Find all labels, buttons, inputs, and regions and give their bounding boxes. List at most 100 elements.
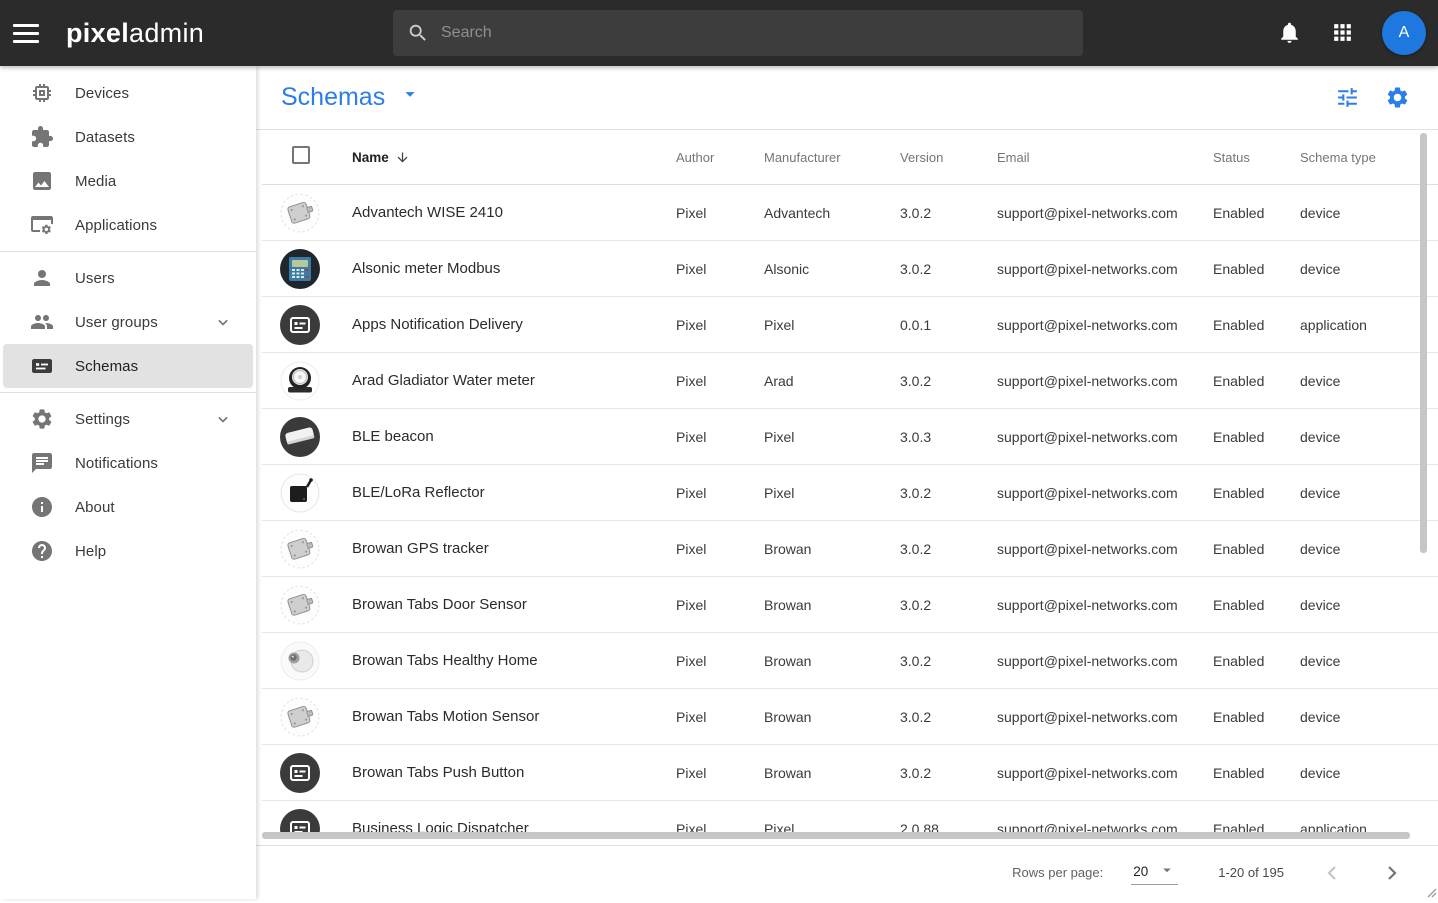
sidebar-item-users[interactable]: Users [3,256,253,300]
cell-manufacturer: Browan [752,653,888,669]
table-row[interactable]: Browan Tabs Push Button Pixel Browan 3.0… [262,745,1438,801]
table-row[interactable]: Alsonic meter Modbus Pixel Alsonic 3.0.2… [262,241,1438,297]
cell-name: BLE beacon [340,428,664,445]
table-row[interactable]: Apps Notification Delivery Pixel Pixel 0… [262,297,1438,353]
column-header-status[interactable]: Status [1201,150,1288,165]
previous-page-button[interactable] [1320,861,1344,885]
table-row[interactable]: BLE beacon Pixel Pixel 3.0.3 support@pix… [262,409,1438,465]
sidebar-item-media[interactable]: Media [3,159,253,203]
sidebar-item-schemas[interactable]: Schemas [3,344,253,388]
column-header-schema-type[interactable]: Schema type [1288,150,1422,165]
table-header-row: Name Author Manufacturer Version Email S… [262,130,1438,185]
cell-email: support@pixel-networks.com [985,709,1201,725]
table-row[interactable]: Browan Tabs Door Sensor Pixel Browan 3.0… [262,577,1438,633]
sidebar-item-devices[interactable]: Devices [3,71,253,115]
table-row[interactable]: Advantech WISE 2410 Pixel Advantech 3.0.… [262,185,1438,241]
cell-schema-type: device [1288,429,1422,445]
sidebar-item-label: Media [75,173,116,190]
cell-name: Alsonic meter Modbus [340,260,664,277]
schema-icon [280,753,320,793]
sidebar-nav: Devices Datasets Media Applications Users Use… [0,71,256,573]
resize-grip-icon[interactable] [1423,884,1437,898]
rows-per-page-select[interactable]: 20 [1131,861,1178,885]
user-avatar[interactable]: A [1382,11,1426,55]
table-body: Advantech WISE 2410 Pixel Advantech 3.0.… [256,185,1438,839]
table-settings-button[interactable] [1384,85,1410,111]
filter-tune-button[interactable] [1334,85,1360,111]
pagination-bar: Rows per page: 20 1-20 of 195 [256,845,1438,899]
cell-version: 0.0.1 [888,317,985,333]
cell-schema-type: device [1288,485,1422,501]
cell-version: 3.0.2 [888,541,985,557]
horizontal-scrollbar[interactable] [262,832,1410,839]
cell-author: Pixel [664,597,752,613]
next-page-button[interactable] [1380,861,1404,885]
schema-icon [280,249,320,289]
image-icon [30,169,54,193]
select-all-checkbox[interactable] [292,146,310,164]
brand-bold: pixel [66,18,129,48]
sidebar-item-notifications[interactable]: Notifications [3,441,253,485]
column-header-email[interactable]: Email [985,150,1201,165]
column-header-version[interactable]: Version [888,150,985,165]
cell-email: support@pixel-networks.com [985,317,1201,333]
sidebar-item-label: Help [75,543,106,560]
page-title[interactable]: Schemas [281,83,421,112]
cell-author: Pixel [664,261,752,277]
main-content: Schemas Name Author Manufacturer Version… [256,66,1438,899]
cell-author: Pixel [664,317,752,333]
cell-name: Advantech WISE 2410 [340,204,664,221]
sidebar-item-label: Users [75,270,115,287]
cell-manufacturer: Browan [752,765,888,781]
sidebar-item-help[interactable]: Help [3,529,253,573]
schema-icon [280,585,320,625]
chevron-right-icon [1380,861,1404,885]
notifications-bell-button[interactable] [1276,20,1302,46]
cell-status: Enabled [1201,597,1288,613]
cell-manufacturer: Alsonic [752,261,888,277]
chevron-left-icon [1320,861,1344,885]
sidebar-item-about[interactable]: About [3,485,253,529]
help-icon [30,539,54,563]
sidebar-item-label: Applications [75,217,157,234]
vertical-scrollbar[interactable] [1420,133,1427,553]
cell-schema-type: application [1288,317,1422,333]
pagination-range: 1-20 of 195 [1218,865,1284,880]
sidebar-item-datasets[interactable]: Datasets [3,115,253,159]
cell-status: Enabled [1201,709,1288,725]
schema-card-icon [30,354,54,378]
sidebar-item-label: Devices [75,85,129,102]
apps-grid-button[interactable] [1329,20,1355,46]
table-row[interactable]: Arad Gladiator Water meter Pixel Arad 3.… [262,353,1438,409]
table-row[interactable]: Browan Tabs Healthy Home Pixel Browan 3.… [262,633,1438,689]
schema-icon [280,361,320,401]
brand-light: admin [129,18,204,48]
table-row[interactable]: Browan Tabs Motion Sensor Pixel Browan 3… [262,689,1438,745]
column-header-manufacturer[interactable]: Manufacturer [752,150,888,165]
table-row[interactable]: BLE/LoRa Reflector Pixel Pixel 3.0.2 sup… [262,465,1438,521]
cell-email: support@pixel-networks.com [985,765,1201,781]
table-row[interactable]: Browan GPS tracker Pixel Browan 3.0.2 su… [262,521,1438,577]
sidebar-item-applications[interactable]: Applications [3,203,253,247]
hamburger-menu-button[interactable] [0,0,50,66]
rows-per-page-label: Rows per page: [1012,865,1103,880]
search-bar[interactable] [393,10,1083,56]
sidebar-item-label: Settings [75,411,130,428]
cell-manufacturer: Pixel [752,485,888,501]
sidebar-item-label: Notifications [75,455,158,472]
topbar: pixeladmin A [0,0,1438,66]
tune-icon [1335,85,1360,110]
rows-per-page-value: 20 [1133,864,1148,879]
cell-name: Browan Tabs Healthy Home [340,652,664,669]
column-header-author[interactable]: Author [664,150,752,165]
avatar-letter: A [1399,24,1410,42]
cell-version: 3.0.2 [888,765,985,781]
search-input[interactable] [441,24,1069,42]
schema-icon [280,641,320,681]
column-header-name[interactable]: Name [340,150,664,165]
sidebar-item-settings[interactable]: Settings [3,397,253,441]
cell-version: 3.0.2 [888,709,985,725]
cell-name: Browan GPS tracker [340,540,664,557]
cell-email: support@pixel-networks.com [985,485,1201,501]
sidebar-item-user-groups[interactable]: User groups [3,300,253,344]
